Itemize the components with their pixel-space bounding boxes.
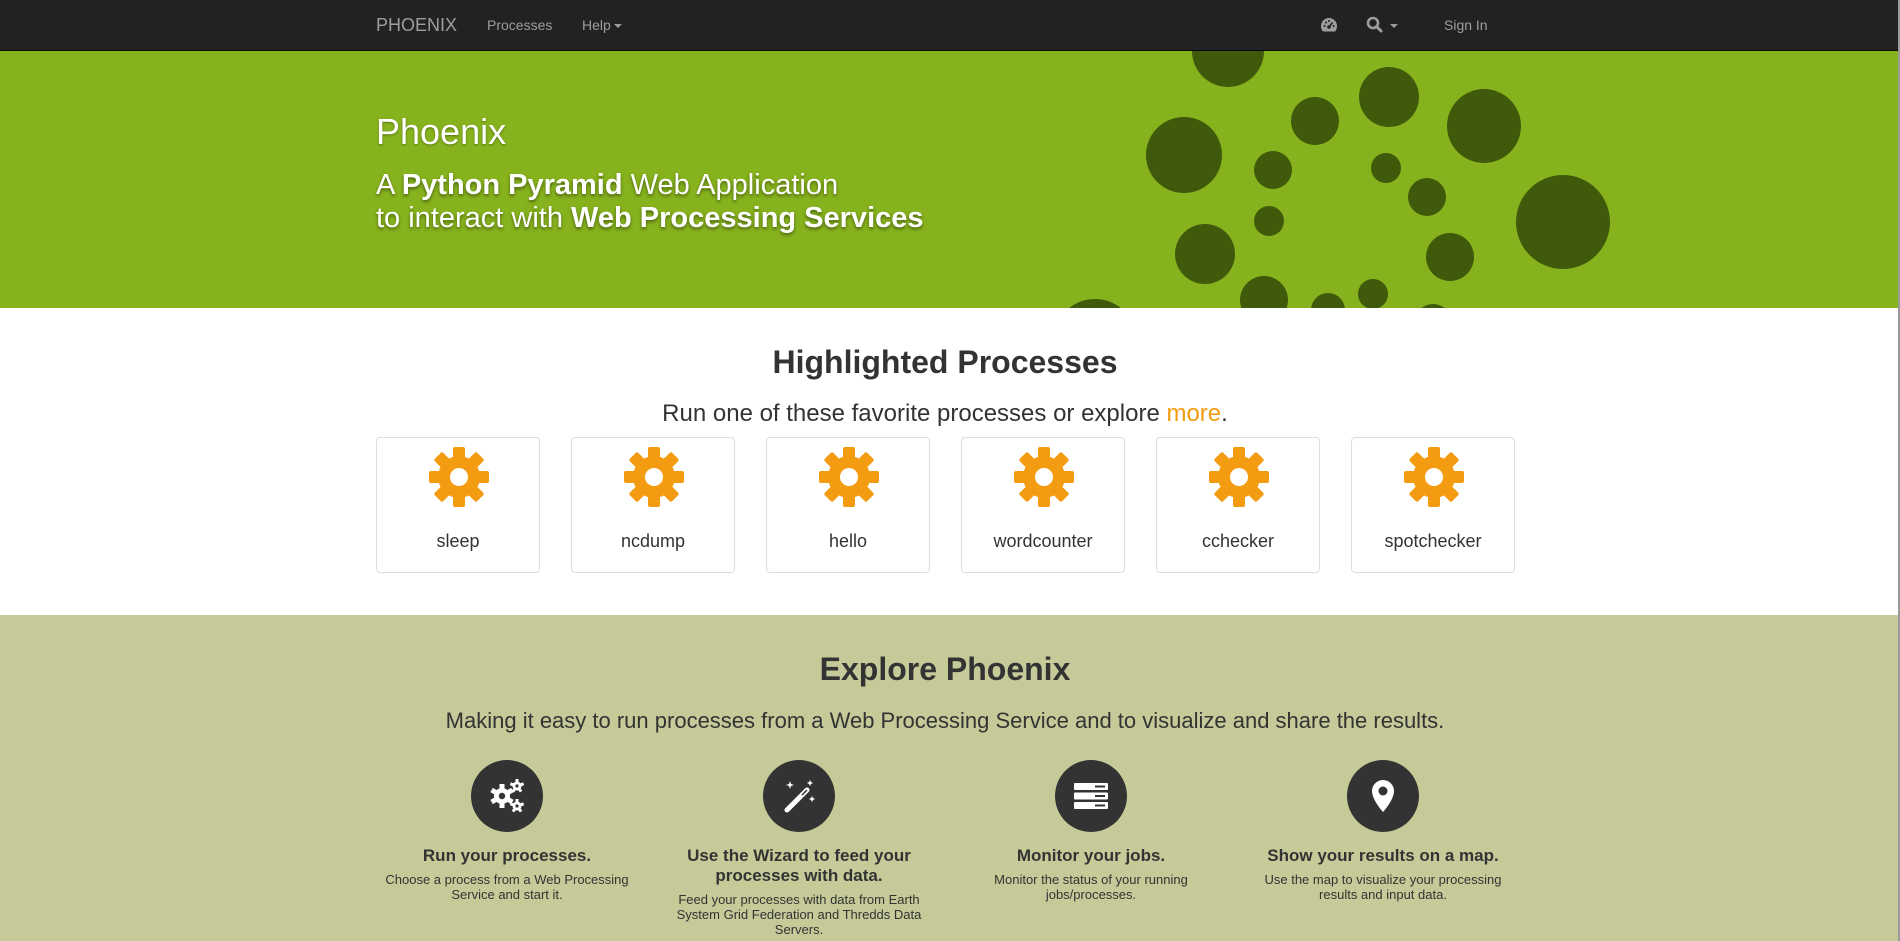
process-card-sleep[interactable]: sleep [376,437,540,573]
gear-icon [819,447,879,507]
lead-text: Run one of these favorite processes or e… [662,400,1167,427]
search-dropdown[interactable] [1366,16,1402,39]
feature-circle [1347,760,1419,832]
gear-icon [429,447,489,507]
nav-help-dropdown[interactable]: Help [582,17,622,33]
caret-down-icon [613,24,622,29]
highlighted-title: Highlighted Processes [772,344,1118,380]
process-card-wordcounter[interactable]: wordcounter [961,437,1125,573]
nav-processes-link[interactable]: Processes [487,17,552,33]
server-icon [1074,783,1108,809]
process-label: ncdump [620,531,686,551]
brand-link[interactable]: PHOENIX [376,15,457,36]
tagline-bold: Web Processing Services [571,202,924,234]
feature-circle [1055,760,1127,832]
hero-tagline-line1: A Python Pyramid Web Application [376,169,838,202]
process-card-spotchecker[interactable]: spotchecker [1351,437,1515,573]
search-icon [1366,16,1398,33]
process-card-hello[interactable]: hello [766,437,930,573]
navbar: PHOENIX Processes Help Sign In [0,0,1898,51]
process-card-cchecker[interactable]: cchecker [1156,437,1320,573]
explore-section: Explore Phoenix Making it easy to run pr… [0,615,1898,941]
feature-title: Show your results on a map. [1267,846,1499,865]
tagline-text: A [376,169,402,201]
feature-text: Feed your processes with data from Earth… [676,892,922,937]
page: PHOENIX Processes Help Sign In Phoenix A… [0,0,1898,941]
map-marker-icon [1372,780,1394,812]
feature-title: Monitor your jobs. [1016,846,1166,865]
feature-text: Choose a process from a Web Processing S… [385,872,629,902]
feature-title: Run your processes. [422,846,592,865]
highlighted-lead: Run one of these favorite processes or e… [0,400,1890,428]
hero-tagline-line2: to interact with Web Processing Services [376,202,924,235]
feature-text: Monitor the status of your running jobs/… [994,872,1188,902]
hero-title: Phoenix [376,111,507,152]
decorative-dots [1069,51,1610,308]
explore-title: Explore Phoenix [819,651,1071,687]
lead-text: . [1221,400,1228,427]
sign-in-link[interactable]: Sign In [1444,17,1488,33]
gear-icon [1404,447,1464,507]
tagline-text: to interact with [376,202,572,234]
tagline-bold: Python Pyramid [401,169,623,201]
explore-lead: Making it easy to run processes from a W… [445,708,1445,733]
gears-icon [490,779,525,813]
more-link[interactable]: more [1166,400,1221,427]
feature-text: Use the map to visualize your processing… [1264,872,1502,902]
hero-jumbotron: Phoenix A Python Pyramid Web Application… [0,51,1898,308]
process-label: hello [828,531,868,551]
process-label: sleep [436,531,480,551]
process-label: wordcounter [993,531,1093,551]
nav-help-label: Help [582,17,611,33]
feature-circle [763,760,835,832]
feature-circle [471,760,543,832]
process-card-ncdump[interactable]: ncdump [571,437,735,573]
gear-icon [1209,447,1269,507]
gear-icon [624,447,684,507]
tagline-text: Web Application [622,169,839,201]
dashboard-icon[interactable] [1319,16,1339,39]
process-label: cchecker [1201,531,1275,551]
process-label: spotchecker [1384,531,1482,551]
feature-title: Use the Wizard to feed your processes wi… [687,846,911,885]
gear-icon [1014,447,1074,507]
magic-wand-icon [784,780,815,813]
